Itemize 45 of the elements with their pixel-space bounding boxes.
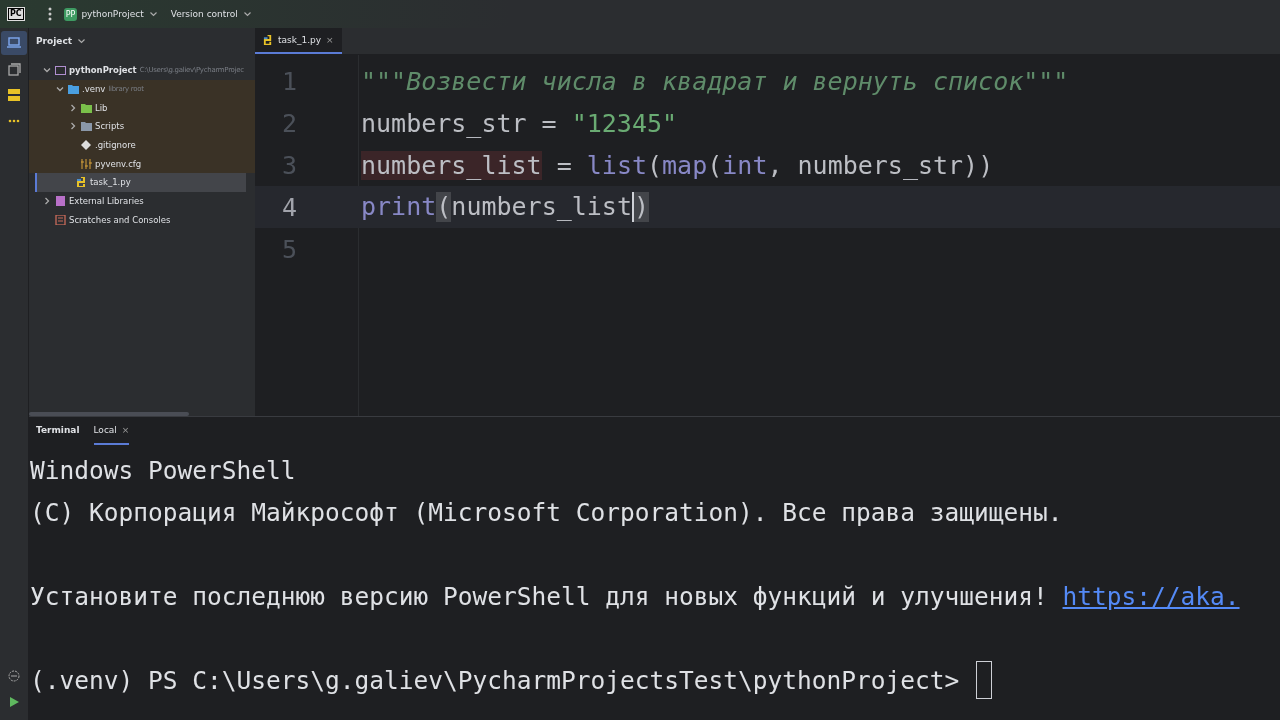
chevron-icon[interactable] (69, 122, 77, 131)
python-file-icon (76, 177, 87, 188)
tree-item[interactable]: task_1.py (35, 173, 246, 192)
tree-item[interactable]: Scripts (29, 117, 255, 136)
panel-title[interactable]: Project (36, 36, 73, 46)
terminal-tab[interactable]: Local × (93, 417, 130, 445)
library-icon (55, 196, 66, 207)
tree-item[interactable]: Lib (29, 98, 255, 118)
chevron-icon (243, 11, 251, 17)
editor-tab[interactable]: task_1.py × (255, 28, 342, 54)
python-file-icon (263, 35, 273, 45)
terminal-tab[interactable]: Terminal (36, 417, 80, 445)
folder-icon (55, 65, 66, 76)
chevron-icon[interactable] (78, 38, 86, 44)
project-selector[interactable]: PP pythonProject (61, 7, 159, 21)
code-line: print(numbers_list) (361, 192, 649, 222)
chevron-icon[interactable] (43, 66, 51, 75)
code-line: """Возвести числа в квадрат и вернуть список""" (361, 66, 1069, 96)
folder-icon (81, 102, 92, 113)
app-logo-icon[interactable]: PC (8, 8, 24, 20)
project-tool-button[interactable] (1, 31, 27, 55)
tree-item[interactable]: External Libraries (29, 191, 246, 211)
terminal-line: Windows PowerShell (30, 455, 296, 485)
chevron-icon[interactable] (43, 197, 51, 206)
list-icon (55, 214, 66, 225)
settings-file-icon (81, 158, 92, 169)
terminal-line: Установите последнюю версию PowerShell для новых функций и улучшения! (30, 581, 1049, 611)
tree-item[interactable]: Scratches and Consoles (29, 210, 246, 230)
terminal-line: (C) Корпорация Майкрософт (Microsoft Corporation). Все права защищены. (30, 497, 1063, 527)
chevron-icon (149, 11, 157, 17)
terminal-cursor (976, 661, 992, 699)
code-line: numbers_str = "12345" (361, 108, 678, 138)
close-icon[interactable]: × (121, 425, 130, 435)
folder-icon (81, 121, 92, 132)
tree-item[interactable]: pyvenv.cfg (29, 154, 255, 174)
menu-icon[interactable] (47, 7, 52, 21)
terminal-prompt: (.venv) PS C:\Users\g.galiev\PycharmProjectsTest\pythonProject> (30, 665, 961, 695)
code-line: numbers_list = list(map(int, numbers_str)) (361, 150, 994, 180)
vcs-menu[interactable]: Version control (168, 9, 253, 19)
folder-icon (68, 84, 79, 95)
monitor-icon (7, 37, 21, 49)
line-number: 4 (280, 192, 298, 222)
close-icon[interactable]: × (326, 35, 334, 45)
diamond-icon (81, 140, 92, 151)
link[interactable]: https://aka. (1062, 581, 1240, 611)
